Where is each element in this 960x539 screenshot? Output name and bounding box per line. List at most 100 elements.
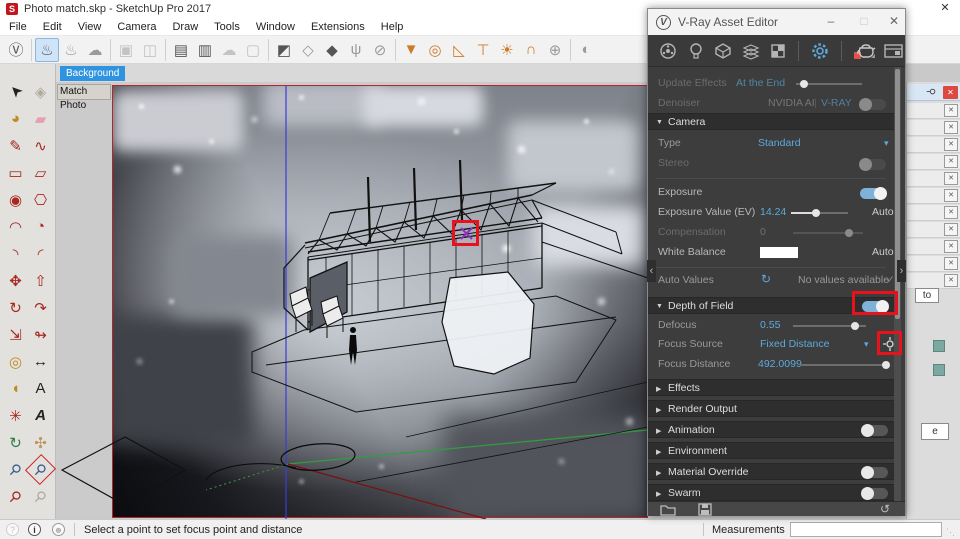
sign-in-icon[interactable]: ☻: [52, 523, 65, 536]
render-elements-icon[interactable]: [768, 39, 788, 63]
collapsed-panel[interactable]: ✕: [907, 273, 960, 289]
rectangle-light-icon[interactable]: ▼: [399, 38, 423, 62]
exposure-value-slider[interactable]: [791, 212, 848, 214]
auto-button-fragment[interactable]: to: [915, 288, 939, 303]
infinite-plane-icon[interactable]: ◩: [272, 38, 296, 62]
tool-scale[interactable]: ⇲: [3, 321, 28, 348]
tool-rotated-rectangle[interactable]: ▱: [28, 159, 53, 186]
proxy-export-icon[interactable]: ◆: [320, 38, 344, 62]
tool-three-point-arc[interactable]: ◝: [3, 240, 28, 267]
panel-close-button[interactable]: ✕: [944, 172, 958, 185]
update-effects-slider[interactable]: [796, 83, 862, 85]
tool-offset[interactable]: ↬: [28, 321, 53, 348]
sphere-light-icon[interactable]: ◎: [423, 38, 447, 62]
refresh-icon[interactable]: ↻: [761, 272, 771, 286]
credits-info-icon[interactable]: i: [28, 523, 41, 536]
effects-section-header[interactable]: ▶ Effects: [648, 379, 894, 396]
mesh-light-icon[interactable]: ⊕: [543, 38, 567, 62]
tool-protractor[interactable]: ◖: [3, 375, 28, 402]
focus-source-value[interactable]: Fixed Distance: [760, 338, 829, 350]
tool-freehand[interactable]: ∿: [28, 132, 53, 159]
tool-previous[interactable]: ⚲: [22, 478, 59, 515]
camera-section-header[interactable]: ▼ Camera: [648, 113, 894, 130]
viewport-render-region-icon[interactable]: ◫: [138, 38, 162, 62]
panel-close-button[interactable]: ✕: [944, 155, 958, 168]
exposure-value[interactable]: 14.24: [760, 206, 786, 218]
focus-distance-slider[interactable]: [800, 364, 888, 366]
collapsed-panel[interactable]: ✕: [907, 239, 960, 255]
menu-window[interactable]: Window: [256, 21, 295, 33]
tool-rotate[interactable]: ↻: [3, 294, 28, 321]
measurements-input[interactable]: [790, 522, 942, 537]
panel-close-button[interactable]: ✕: [944, 104, 958, 117]
collapsed-panel[interactable]: ✕: [907, 120, 960, 136]
white-balance-swatch[interactable]: [760, 247, 798, 258]
pin-icon[interactable]: ⚲: [925, 88, 936, 95]
materials-icon[interactable]: [658, 39, 678, 63]
environment-section-header[interactable]: ▶ Environment: [648, 442, 894, 459]
tool-tape-measure[interactable]: ◎: [3, 348, 28, 375]
tool-move[interactable]: ✥: [3, 267, 28, 294]
panel-close-button[interactable]: ✕: [944, 257, 958, 270]
tool-circle[interactable]: ◉: [3, 186, 28, 213]
omni-light-icon[interactable]: ☀: [495, 38, 519, 62]
vray-expand-right-arrow[interactable]: ›: [897, 260, 906, 282]
tool-two-point-arc[interactable]: ◠: [3, 213, 28, 240]
render-teapot-icon[interactable]: [852, 39, 876, 63]
geometry-icon[interactable]: [713, 39, 733, 63]
collapsed-panel[interactable]: ✕: [907, 256, 960, 272]
panel-close-button[interactable]: ✕: [944, 206, 958, 219]
lock-camera-icon[interactable]: ▢: [241, 38, 265, 62]
collapsed-panel[interactable]: ✕: [907, 154, 960, 170]
compensation-value[interactable]: 0: [760, 226, 766, 238]
tool-line[interactable]: ✎: [3, 132, 28, 159]
tool-rectangle[interactable]: ▭: [3, 159, 28, 186]
render-output-section-header[interactable]: ▶ Render Output: [648, 400, 894, 417]
animation-section-header[interactable]: ▶ Animation: [648, 421, 894, 438]
panel-close-button[interactable]: ✕: [944, 138, 958, 151]
save-file-icon[interactable]: [698, 503, 712, 519]
menu-help[interactable]: Help: [381, 21, 404, 33]
render-cloud-icon[interactable]: ☁: [83, 38, 107, 62]
window-close-button[interactable]: ✕: [934, 0, 956, 17]
frame-buffer-window-icon[interactable]: [883, 39, 905, 63]
batch-render-icon[interactable]: ▥: [193, 38, 217, 62]
settings-gear-icon[interactable]: [809, 39, 831, 63]
tool-dimensions[interactable]: ↔: [28, 348, 53, 375]
defocus-value[interactable]: 0.55: [760, 319, 780, 331]
tool-eraser[interactable]: ▰: [28, 105, 53, 132]
proxy-icon[interactable]: ◇: [296, 38, 320, 62]
update-effects-value[interactable]: At the End: [736, 77, 785, 89]
panel-close-button[interactable]: ✕: [944, 189, 958, 202]
vray-minimize-button[interactable]: –: [818, 9, 844, 34]
material-override-section-header[interactable]: ▶ Material Override: [648, 463, 894, 480]
panel-close-button[interactable]: ✕: [944, 121, 958, 134]
render-icon[interactable]: ♨: [35, 38, 59, 62]
tool-text[interactable]: A: [28, 375, 53, 402]
menu-camera[interactable]: Camera: [117, 21, 156, 33]
swarm-section-header[interactable]: ▶ Swarm: [648, 484, 894, 501]
dome-light-icon[interactable]: ∩: [519, 38, 543, 62]
collapsed-panel[interactable]: ✕: [907, 171, 960, 187]
panel-close-button[interactable]: ✕: [944, 274, 958, 287]
focus-source-dropdown-icon[interactable]: ▾: [864, 339, 869, 350]
vray-close-button[interactable]: ✕: [881, 9, 907, 34]
denoiser-toggle[interactable]: [860, 99, 886, 110]
tool-follow-me[interactable]: ↷: [28, 294, 53, 321]
resize-grip[interactable]: ⋱: [946, 527, 956, 538]
model-viewport[interactable]: [56, 82, 648, 519]
tool-3d-text[interactable]: A: [28, 402, 53, 429]
viewport-render-icon[interactable]: ▣: [114, 38, 138, 62]
vray-expand-left-arrow[interactable]: ‹: [647, 260, 656, 282]
material-preview-icon[interactable]: ◐: [574, 38, 598, 62]
open-file-icon[interactable]: [660, 503, 676, 519]
tray-close-button[interactable]: ✕: [943, 86, 958, 99]
scene-tab-background[interactable]: Background: [60, 66, 125, 81]
menu-draw[interactable]: Draw: [172, 21, 198, 33]
spot-light-icon[interactable]: ◺: [447, 38, 471, 62]
textures-icon[interactable]: [740, 39, 760, 63]
tool-axes[interactable]: ✳: [3, 402, 28, 429]
clipper-icon[interactable]: ⊘: [368, 38, 392, 62]
exposure-toggle[interactable]: [860, 188, 886, 199]
vray-scrollbar[interactable]: [894, 67, 901, 501]
